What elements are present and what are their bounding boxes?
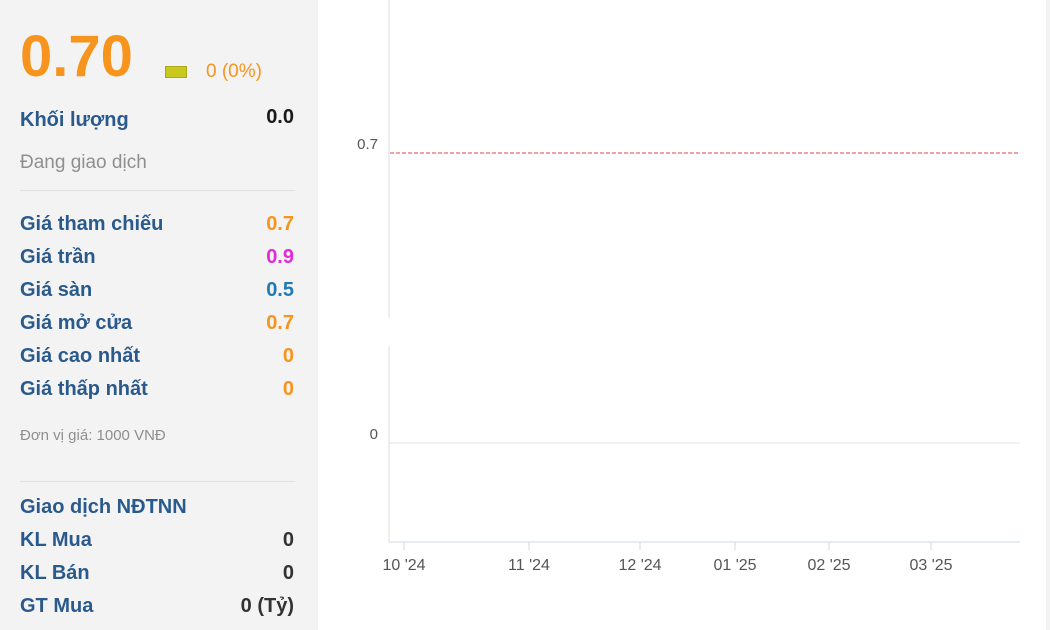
foreign-trading-title: Giao dịch NĐTNN bbox=[20, 496, 187, 518]
x-tick-label: 02 '25 bbox=[807, 557, 850, 574]
volume-value: 0.0 bbox=[266, 106, 294, 128]
price-label-ceiling: Giá trần bbox=[20, 246, 96, 268]
quote-panel: 0.70 0 (0%) Khối lượng 0.0 Đang giao dịc… bbox=[0, 0, 318, 630]
x-tick-label: 10 '24 bbox=[382, 557, 425, 574]
price-chart[interactable]: 0.7 0 10 '24 11 '24 12 '24 01 '25 02 '25 03 '… bbox=[318, 0, 1050, 630]
foreign-buy-value-value: 0 (Tỷ) bbox=[240, 595, 294, 617]
price-value-reference: 0.7 bbox=[266, 213, 294, 235]
volume-label: Khối lượng bbox=[20, 109, 129, 131]
foreign-buy-volume-label: KL Mua bbox=[20, 529, 92, 551]
x-tick-label: 11 '24 bbox=[508, 557, 550, 574]
divider bbox=[20, 481, 295, 482]
divider bbox=[20, 190, 295, 191]
x-tick-label: 01 '25 bbox=[713, 557, 756, 574]
price-value-open: 0.7 bbox=[266, 312, 294, 334]
foreign-sell-volume-value: 0 bbox=[282, 562, 294, 584]
foreign-buy-value-label: GT Mua bbox=[20, 595, 94, 617]
price-value-low: 0 bbox=[282, 378, 294, 400]
price-value-floor: 0.5 bbox=[266, 279, 294, 301]
price-label-low: Giá thấp nhất bbox=[20, 378, 148, 400]
foreign-sell-volume-label: KL Bán bbox=[20, 562, 90, 584]
price-label-reference: Giá tham chiếu bbox=[20, 213, 164, 235]
price-label-high: Giá cao nhất bbox=[20, 345, 141, 367]
price-label-open: Giá mở cửa bbox=[20, 312, 133, 334]
price-label-floor: Giá sàn bbox=[20, 279, 93, 301]
x-tick-label: 03 '25 bbox=[909, 557, 952, 574]
right-edge bbox=[1046, 0, 1050, 630]
current-price: 0.70 bbox=[20, 24, 133, 89]
x-axis-ticks: 10 '24 11 '24 12 '24 01 '25 02 '25 03 '25 bbox=[382, 542, 953, 574]
y-tick-label: 0.7 bbox=[357, 136, 378, 153]
reference-indicator-icon bbox=[165, 66, 187, 78]
price-change: 0 (0%) bbox=[206, 61, 262, 82]
trading-status: Đang giao dịch bbox=[20, 152, 147, 173]
x-tick-label: 12 '24 bbox=[618, 557, 661, 574]
price-value-ceiling: 0.9 bbox=[266, 246, 294, 268]
chart-canvas: 0.7 0 10 '24 11 '24 12 '24 01 '25 02 '25 03 '… bbox=[357, 0, 1020, 574]
y-tick-label: 0 bbox=[370, 426, 378, 443]
price-unit-note: Đơn vị giá: 1000 VNĐ bbox=[20, 427, 166, 444]
price-value-high: 0 bbox=[282, 345, 294, 367]
foreign-buy-volume-value: 0 bbox=[282, 529, 294, 551]
